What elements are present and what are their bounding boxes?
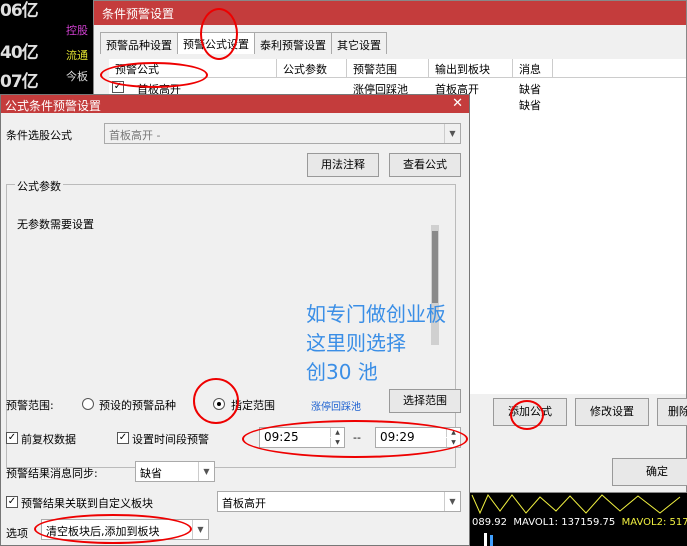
spin-down-icon[interactable]: ▼ xyxy=(330,438,344,447)
dialog-title-text: 公式条件预警设置 xyxy=(5,99,102,113)
scrollbar-thumb[interactable] xyxy=(432,231,438,303)
range-label: 预警范围: xyxy=(6,399,54,412)
mavol1: MAVOL1: 137159.75 xyxy=(513,517,616,528)
bg-value-1: 06亿 xyxy=(0,1,39,21)
volume-status-line: 089.92 MAVOL1: 137159.75 MAVOL2: 51722 xyxy=(472,517,687,528)
col-params[interactable]: 公式参数 xyxy=(277,59,347,77)
view-formula-button[interactable]: 查看公式 xyxy=(389,153,461,177)
chevron-down-icon: ▼ xyxy=(192,520,208,539)
formula-label: 条件选股公式 xyxy=(6,129,72,142)
range-preset-radio[interactable] xyxy=(82,398,94,410)
bg-side-label-3[interactable]: 今板 xyxy=(66,68,88,84)
col-range[interactable]: 预警范围 xyxy=(347,59,429,77)
adjust-checkbox[interactable]: ✓ xyxy=(6,432,18,444)
formula-select-value: 首板高开 - xyxy=(109,129,161,142)
tab-other-settings[interactable]: 其它设置 xyxy=(331,32,387,54)
time-separator: -- xyxy=(353,431,361,444)
time-start-value: 09:25 xyxy=(264,430,299,444)
ok-button[interactable]: 确定 xyxy=(612,458,687,486)
mavol2: MAVOL2: 51722 xyxy=(621,517,687,528)
row-message: 缺省 xyxy=(519,83,541,96)
time-start-input[interactable]: 09:25 ▲ ▼ xyxy=(259,427,345,448)
link-block-value: 首板高开 xyxy=(222,497,266,510)
annotation-text: 如专门做创业板 这里则选择 创30 池 xyxy=(306,300,446,387)
link-block-select[interactable]: 首板高开 ▼ xyxy=(217,491,461,512)
bg-side-label-2[interactable]: 流通 xyxy=(66,47,88,63)
modify-settings-button[interactable]: 修改设置 xyxy=(575,398,649,426)
tab-taili-settings[interactable]: 泰利预警设置 xyxy=(254,32,332,54)
option-label: 选项 xyxy=(6,527,28,540)
time-alert-label: 设置时间段预警 xyxy=(132,433,209,446)
range-specified-radio[interactable] xyxy=(213,398,225,410)
time-alert-checkbox[interactable]: ✓ xyxy=(117,432,129,444)
time-end-value: 09:29 xyxy=(380,430,415,444)
formula-select[interactable]: 首板高开 - ▼ xyxy=(104,123,461,144)
bg-side-label-1[interactable]: 控股 xyxy=(66,22,88,38)
select-range-button[interactable]: 选择范围 xyxy=(389,389,461,413)
tab-formula-settings[interactable]: 预警公式设置 xyxy=(177,32,255,54)
formula-alert-title: 公式条件预警设置 ✕ xyxy=(1,95,469,113)
option-select[interactable]: 清空板块后,添加到板块 ▼ xyxy=(41,519,209,540)
range-specified-label[interactable]: 指定范围 xyxy=(231,397,275,413)
close-icon[interactable]: ✕ xyxy=(452,96,463,111)
sync-select-value: 缺省 xyxy=(140,467,162,480)
range-value: 涨停回踩池 xyxy=(311,402,361,413)
link-block-checkbox[interactable]: ✓ xyxy=(6,496,18,508)
col-formula[interactable]: 预警公式 xyxy=(109,59,277,77)
params-group-label: 公式参数 xyxy=(15,178,63,194)
annotation-line-3: 创30 池 xyxy=(306,360,378,384)
bg-value-3: 07亿 xyxy=(0,72,39,92)
sync-label: 预警结果消息同步: xyxy=(6,467,98,480)
alert-settings-title: 条件预警设置 xyxy=(94,1,686,25)
volume-value: 089.92 xyxy=(472,517,507,528)
link-block-label: 预警结果关联到自定义板块 xyxy=(21,497,153,510)
option-select-value: 清空板块后,添加到板块 xyxy=(46,525,160,538)
row-checkbox[interactable]: ✓ xyxy=(112,81,124,93)
formula-list-header: 预警公式 公式参数 预警范围 输出到板块 消息 xyxy=(109,59,686,78)
col-message[interactable]: 消息 xyxy=(513,59,553,77)
delete-button[interactable]: 删除 xyxy=(657,398,687,426)
annotation-line-2: 这里则选择 xyxy=(306,331,406,355)
tab-variety-settings[interactable]: 预警品种设置 xyxy=(100,32,178,54)
chevron-down-icon: ▼ xyxy=(198,462,214,481)
time-end-input[interactable]: 09:29 ▲ ▼ xyxy=(375,427,461,448)
row-message: 缺省 xyxy=(519,99,541,112)
chevron-down-icon: ▼ xyxy=(444,124,460,143)
adjust-label: 前复权数据 xyxy=(21,433,76,446)
spin-up-icon[interactable]: ▲ xyxy=(330,428,344,437)
usage-notes-button[interactable]: 用法注释 xyxy=(307,153,379,177)
chevron-down-icon: ▼ xyxy=(444,492,460,511)
add-formula-button[interactable]: 添加公式 xyxy=(493,398,567,426)
col-output[interactable]: 输出到板块 xyxy=(429,59,513,77)
annotation-line-1: 如专门做创业板 xyxy=(306,302,446,326)
sync-select[interactable]: 缺省 ▼ xyxy=(135,461,215,482)
alert-settings-tabs: 预警品种设置 预警公式设置 泰利预警设置 其它设置 xyxy=(100,32,387,54)
params-text: 无参数需要设置 xyxy=(17,218,94,231)
range-preset-label[interactable]: 预设的预警品种 xyxy=(99,397,176,413)
spin-up-icon[interactable]: ▲ xyxy=(446,428,460,437)
bg-value-2: 40亿 xyxy=(0,43,39,63)
spin-down-icon[interactable]: ▼ xyxy=(446,438,460,447)
